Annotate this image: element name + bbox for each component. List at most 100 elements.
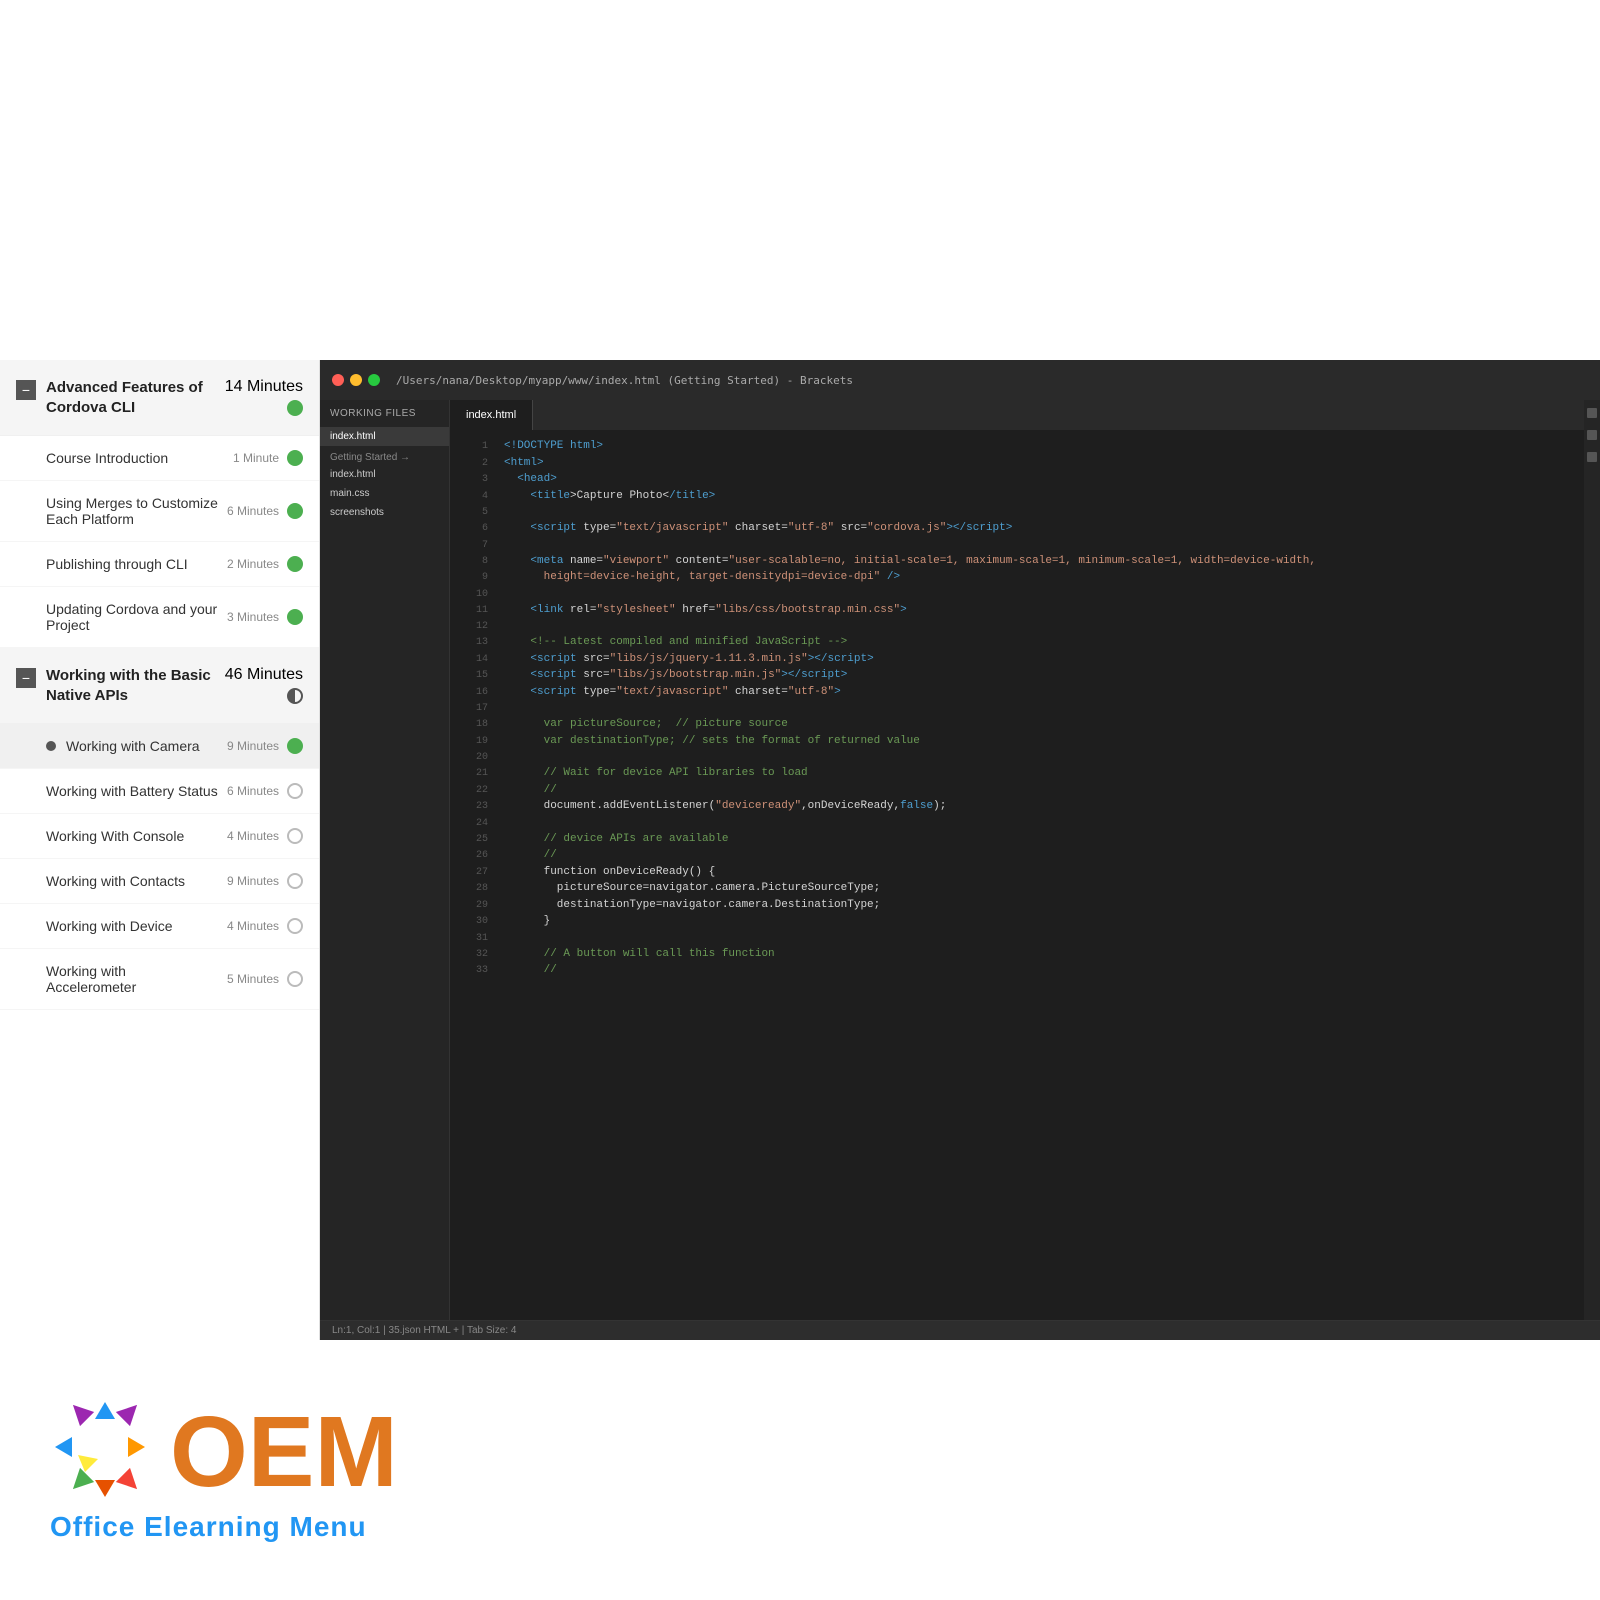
lesson-item[interactable]: Updating Cordova and your Project3 Minut… [0, 587, 319, 648]
code-line: 17 [450, 700, 1584, 716]
file-item-index[interactable]: index.html [320, 427, 449, 446]
section-meta: 46 Minutes [225, 666, 303, 704]
lesson-minutes: 9 Minutes [227, 739, 279, 753]
line-number: 8 [458, 553, 488, 569]
lesson-name: Working with Contacts [46, 873, 219, 889]
code-line: 22 // [450, 782, 1584, 799]
file-item-index2[interactable]: index.html [320, 465, 449, 484]
code-area[interactable]: 1<!DOCTYPE html>2<html>3 <head>4 <title>… [450, 430, 1584, 1320]
lesson-status-dot [287, 783, 303, 799]
code-line: 3 <head> [450, 471, 1584, 488]
main-container: −Advanced Features of Cordova CLI14 Minu… [0, 0, 1600, 1600]
code-line: 13 <!-- Latest compiled and minified Jav… [450, 634, 1584, 651]
lesson-name: Working with Camera [66, 738, 219, 754]
line-content: <script type="text/javascript" charset="… [504, 684, 1576, 701]
line-content: <title>Capture Photo</title> [504, 488, 1576, 505]
section-title: Working with the Basic Native APIs [46, 666, 225, 705]
tab-index-html[interactable]: index.html [450, 400, 533, 430]
lesson-minutes: 1 Minute [233, 451, 279, 465]
editor-filepath: /Users/nana/Desktop/myapp/www/index.html… [396, 374, 853, 387]
lesson-active-indicator [46, 741, 56, 751]
lesson-minutes: 3 Minutes [227, 610, 279, 624]
gutter-icon-1[interactable] [1587, 408, 1597, 418]
code-line: 4 <title>Capture Photo</title> [450, 488, 1584, 505]
line-number: 2 [458, 455, 488, 471]
line-number: 17 [458, 700, 488, 716]
minimize-button[interactable] [350, 374, 362, 386]
top-whitespace [0, 0, 1600, 360]
line-number: 15 [458, 667, 488, 683]
lesson-item[interactable]: Publishing through CLI2 Minutes [0, 542, 319, 587]
lesson-status-dot [287, 738, 303, 754]
lesson-item[interactable]: Working with Device4 Minutes [0, 904, 319, 949]
section-toggle-icon: − [16, 380, 36, 400]
code-line: 15 <script src="libs/js/bootstrap.min.js… [450, 667, 1584, 684]
lesson-item[interactable]: Using Merges to Customize Each Platform6… [0, 481, 319, 542]
code-line: 30 } [450, 913, 1584, 930]
lesson-name: Using Merges to Customize Each Platform [46, 495, 219, 527]
section-meta: 14 Minutes [225, 378, 303, 416]
lesson-name: Course Introduction [46, 450, 225, 466]
lesson-minutes: 9 Minutes [227, 874, 279, 888]
lesson-item[interactable]: Working with Camera 9 Minutes [0, 724, 319, 769]
line-number: 19 [458, 733, 488, 749]
section-status-dot [287, 400, 303, 416]
section-minutes: 14 Minutes [225, 378, 303, 396]
lesson-name: Working with Battery Status [46, 783, 219, 799]
line-content: <head> [504, 471, 1576, 488]
code-line: 26 // [450, 847, 1584, 864]
lesson-item[interactable]: Working With Console4 Minutes [0, 814, 319, 859]
line-number: 18 [458, 716, 488, 732]
file-item-main-css[interactable]: main.css [320, 484, 449, 503]
code-line: 14 <script src="libs/js/jquery-1.11.3.mi… [450, 651, 1584, 668]
close-button[interactable] [332, 374, 344, 386]
code-line: 32 // A button will call this function [450, 946, 1584, 963]
lesson-minutes: 6 Minutes [227, 784, 279, 798]
line-number: 28 [458, 880, 488, 896]
section-toggle-icon: − [16, 668, 36, 688]
line-number: 20 [458, 749, 488, 765]
line-content: // Wait for device API libraries to load [504, 765, 1576, 782]
lesson-status-dot [287, 450, 303, 466]
lesson-item[interactable]: Working with Battery Status 6 Minutes [0, 769, 319, 814]
gutter-icon-3[interactable] [1587, 452, 1597, 462]
gutter-icon-2[interactable] [1587, 430, 1597, 440]
oem-icon-svg [50, 1397, 160, 1507]
line-number: 27 [458, 864, 488, 880]
line-number: 33 [458, 962, 488, 978]
lesson-minutes: 4 Minutes [227, 919, 279, 933]
right-gutter [1584, 400, 1600, 1320]
line-number: 14 [458, 651, 488, 667]
oem-brand-text: OEM [170, 1402, 398, 1502]
code-line: 12 [450, 618, 1584, 634]
file-item-screenshots[interactable]: screenshots [320, 503, 449, 522]
code-line: 24 [450, 815, 1584, 831]
code-line: 1<!DOCTYPE html> [450, 438, 1584, 455]
statusbar-text: Ln:1, Col:1 | 35.json HTML + | Tab Size:… [332, 1325, 516, 1336]
lesson-minutes: 2 Minutes [227, 557, 279, 571]
code-line: 10 [450, 586, 1584, 602]
code-line: 25 // device APIs are available [450, 831, 1584, 848]
code-line: 8 <meta name="viewport" content="user-sc… [450, 553, 1584, 570]
line-number: 22 [458, 782, 488, 798]
lesson-minutes: 5 Minutes [227, 972, 279, 986]
lesson-item[interactable]: Working with Accelerometer5 Minutes [0, 949, 319, 1010]
line-number: 12 [458, 618, 488, 634]
section-header-basic-native-apis[interactable]: −Working with the Basic Native APIs46 Mi… [0, 648, 319, 724]
section-header-advanced-features[interactable]: −Advanced Features of Cordova CLI14 Minu… [0, 360, 319, 436]
editor-statusbar: Ln:1, Col:1 | 35.json HTML + | Tab Size:… [320, 1320, 1600, 1340]
line-number: 25 [458, 831, 488, 847]
oem-logo: OEM Office Elearning Menu [50, 1397, 398, 1543]
line-content: <!DOCTYPE html> [504, 438, 1576, 455]
editor-file-sidebar: Working Files index.html Getting Started… [320, 400, 450, 1320]
code-line: 21 // Wait for device API libraries to l… [450, 765, 1584, 782]
oem-subtitle: Office Elearning Menu [50, 1511, 367, 1543]
code-line: 9 height=device-height, target-densitydp… [450, 569, 1584, 586]
lesson-status-dot [287, 556, 303, 572]
line-number: 6 [458, 520, 488, 536]
lesson-item[interactable]: Working with Contacts 9 Minutes [0, 859, 319, 904]
lesson-item[interactable]: Course Introduction 1 Minute [0, 436, 319, 481]
maximize-button[interactable] [368, 374, 380, 386]
code-line: 19 var destinationType; // sets the form… [450, 733, 1584, 750]
line-content: // [504, 782, 1576, 799]
